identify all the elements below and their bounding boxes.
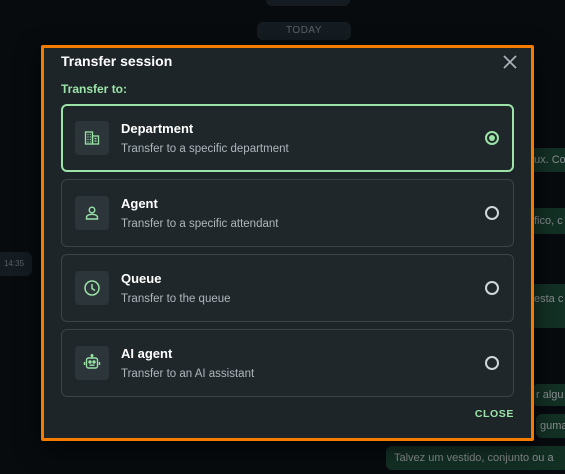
- person-icon: [75, 196, 109, 230]
- building-icon: [75, 121, 109, 155]
- radio-agent[interactable]: [485, 206, 499, 220]
- robot-icon: [75, 346, 109, 380]
- option-description: Transfer to a specific department: [121, 143, 289, 155]
- dialog-header: Transfer session: [61, 48, 517, 76]
- dialog-footer: CLOSE: [61, 404, 514, 424]
- option-title: Department: [121, 121, 194, 136]
- radio-queue[interactable]: [485, 281, 499, 295]
- radio-ai-agent[interactable]: [485, 356, 499, 370]
- dialog-title: Transfer session: [61, 53, 173, 69]
- option-agent[interactable]: Agent Transfer to a specific attendant: [61, 179, 514, 247]
- option-title: Agent: [121, 196, 158, 211]
- close-icon[interactable]: [500, 52, 520, 72]
- option-title: Queue: [121, 271, 162, 286]
- transfer-session-dialog: Transfer session Transfer to: Department…: [41, 45, 534, 441]
- clock-icon: [75, 271, 109, 305]
- option-title: AI agent: [121, 346, 173, 361]
- transfer-to-label: Transfer to:: [61, 82, 128, 96]
- option-department[interactable]: Department Transfer to a specific depart…: [61, 104, 514, 172]
- close-button[interactable]: CLOSE: [469, 404, 520, 424]
- radio-department[interactable]: [485, 131, 499, 145]
- option-description: Transfer to the queue: [121, 293, 231, 305]
- option-description: Transfer to an AI assistant: [121, 368, 255, 380]
- option-queue[interactable]: Queue Transfer to the queue: [61, 254, 514, 322]
- option-ai-agent[interactable]: AI agent Transfer to an AI assistant: [61, 329, 514, 397]
- option-description: Transfer to a specific attendant: [121, 218, 279, 230]
